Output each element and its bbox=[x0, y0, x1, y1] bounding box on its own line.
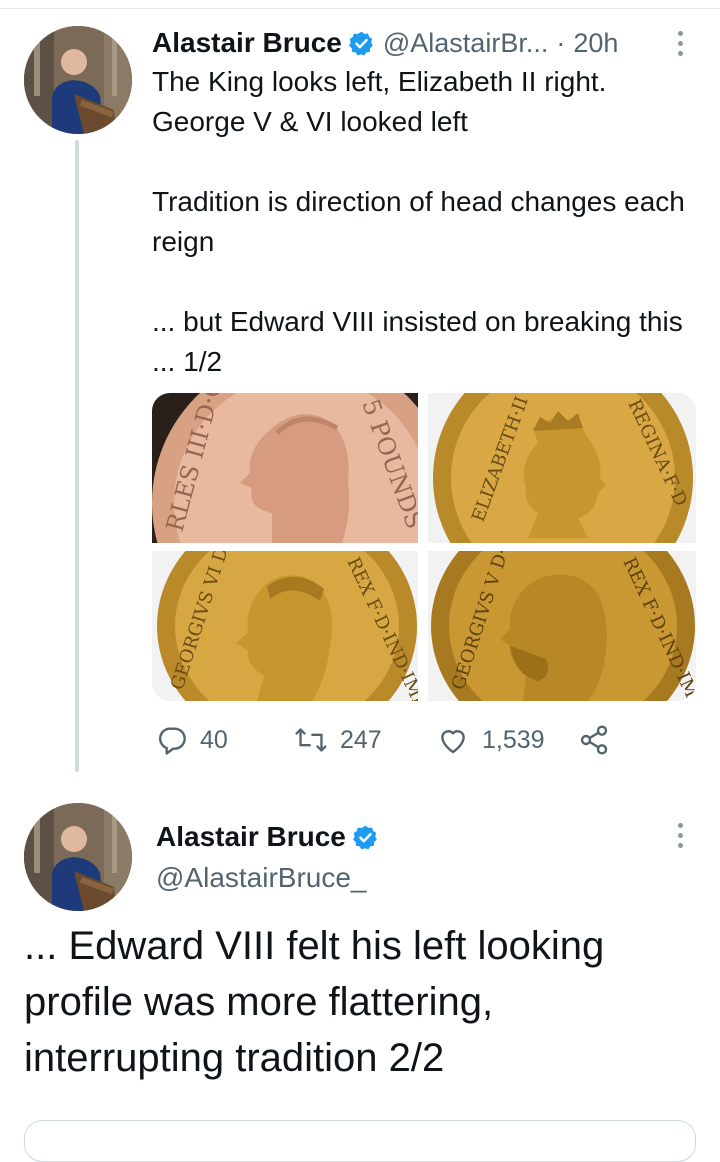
author-handle[interactable]: @AlastairBr... bbox=[383, 28, 548, 59]
retweet-button[interactable]: 247 bbox=[294, 720, 382, 760]
reply-count: 40 bbox=[200, 725, 228, 754]
like-button[interactable]: 1,539 bbox=[436, 720, 545, 760]
coin-image-elizabeth-ii[interactable]: ELIZABETH·II REGINA·F·D bbox=[428, 393, 696, 543]
coin-image-charles-iii[interactable]: RLES III·D·G 5 POUNDS bbox=[152, 393, 418, 543]
like-icon bbox=[441, 730, 465, 754]
like-count: 1,539 bbox=[482, 725, 545, 754]
separator-dot: · bbox=[556, 27, 566, 58]
reply-button[interactable]: 40 bbox=[156, 720, 228, 760]
top-divider bbox=[0, 0, 720, 9]
tweet2-text: ... Edward VIII felt his left looking pr… bbox=[24, 924, 605, 1080]
quoted-card[interactable] bbox=[24, 1120, 696, 1162]
tweet-timestamp[interactable]: 20h bbox=[573, 28, 618, 59]
tweet1-text: The King looks left, Elizabeth II right.… bbox=[152, 62, 692, 382]
media-grid: RLES III·D·G 5 POUNDS ELIZABETH·II REGIN… bbox=[152, 393, 696, 701]
coin-image-george-vi[interactable]: GEORGIVS VI D·G REX F·D·IND·IMP bbox=[152, 551, 418, 701]
tweet2-header: Alastair Bruce bbox=[156, 818, 379, 856]
more-icon[interactable] bbox=[675, 823, 685, 848]
author-name[interactable]: Alastair Bruce bbox=[152, 27, 342, 59]
verified-badge-icon bbox=[353, 825, 377, 849]
tweet-text-line: Tradition is direction of head changes e… bbox=[152, 186, 685, 257]
tweet-text-line: George V & VI looked left bbox=[152, 106, 468, 137]
coin-image-george-v[interactable]: GEORGIVS V D·G·B REX F·D·IND·IMP bbox=[428, 551, 696, 701]
author-name[interactable]: Alastair Bruce bbox=[156, 821, 346, 853]
tweet1-action-bar: 40 247 1,539 bbox=[152, 720, 672, 760]
retweet-count: 247 bbox=[340, 725, 382, 754]
author-avatar[interactable] bbox=[24, 803, 132, 911]
share-icon bbox=[580, 725, 608, 755]
verified-badge-icon bbox=[349, 31, 373, 55]
tweet1-header: Alastair Bruce @AlastairBr... · 20h bbox=[152, 24, 618, 62]
reply-icon bbox=[158, 727, 186, 755]
thread-connector bbox=[75, 140, 79, 772]
author-handle[interactable]: @AlastairBruce_ bbox=[156, 862, 367, 894]
retweet-icon bbox=[295, 728, 327, 752]
share-button[interactable] bbox=[578, 720, 610, 760]
author-avatar[interactable] bbox=[24, 26, 132, 134]
tweet-text-line: The King looks left, Elizabeth II right. bbox=[152, 66, 607, 97]
tweet-text-line: ... but Edward VIII insisted on breaking… bbox=[152, 306, 683, 377]
more-icon[interactable] bbox=[675, 31, 685, 56]
